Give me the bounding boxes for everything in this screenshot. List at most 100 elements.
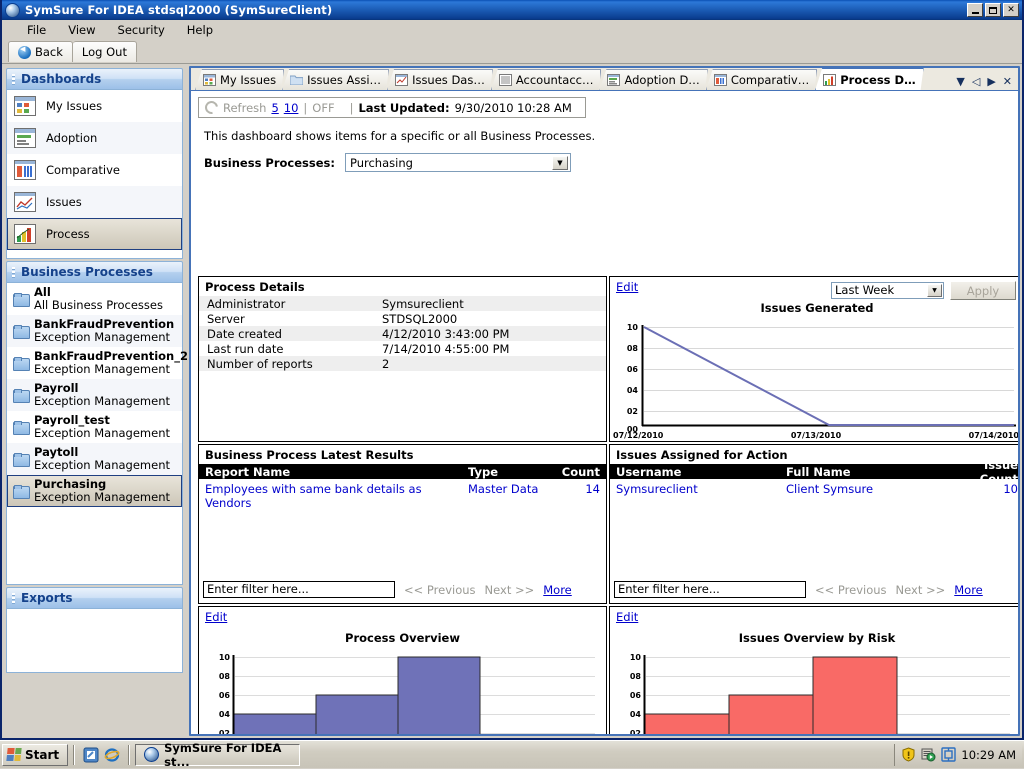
business-process-select[interactable]: Purchasing ▼ <box>345 153 571 172</box>
svg-text:10: 10 <box>219 653 231 662</box>
refresh-divider: | <box>303 101 307 115</box>
navigation-bar: Back Log Out <box>2 40 1022 64</box>
sidebar-item-issues[interactable]: Issues <box>7 186 182 218</box>
adoption-icon <box>14 128 36 148</box>
svg-text:06: 06 <box>630 691 642 700</box>
next-button[interactable]: Next >> <box>896 583 946 597</box>
tab-my-issues[interactable]: My Issues <box>195 69 284 90</box>
tab-adoption-dashboard[interactable]: Adoption D… <box>599 69 707 90</box>
dashboards-header-label: Dashboards <box>21 72 101 86</box>
latest-results-filter-input[interactable]: Enter filter here... <box>203 581 395 598</box>
chevron-down-icon[interactable]: ▼ <box>552 156 568 170</box>
table-row[interactable]: Symsureclient Client Symsure 10 <box>610 479 1018 496</box>
menu-security[interactable]: Security <box>107 21 176 39</box>
warning-shield-icon[interactable] <box>901 747 916 762</box>
apply-button[interactable]: Apply <box>950 281 1016 300</box>
sidebar-item-my-issues[interactable]: My Issues <box>7 90 182 122</box>
maximize-button[interactable] <box>985 3 1001 17</box>
quick-launch <box>80 747 123 763</box>
bp-item-sub: Exception Management <box>34 491 170 504</box>
timeframe-select[interactable]: Last Week ▼ <box>831 282 944 299</box>
column-username: Username <box>616 465 786 479</box>
tab-next-icon[interactable]: ▶ <box>987 75 995 88</box>
previous-button[interactable]: << Previous <box>404 583 476 597</box>
detail-key: Last run date <box>207 342 382 356</box>
tab-strip: My Issues Issues Assi… Issues Das… <box>191 68 1018 91</box>
cell-full-name[interactable]: Client Symsure <box>786 482 944 496</box>
minimize-button[interactable] <box>967 3 983 17</box>
last-updated-value: 9/30/2010 10:28 AM <box>455 101 572 115</box>
tab-prev-icon[interactable]: ◁ <box>972 75 980 88</box>
cell-report-name[interactable]: Employees with same bank details as Vend… <box>205 482 468 510</box>
bp-item-bankfraudprevention[interactable]: BankFraudPrevention Exception Management <box>7 315 182 347</box>
back-button[interactable]: Back <box>8 41 73 62</box>
symsure-orb-icon <box>144 747 159 762</box>
taskbar-item-symsure[interactable]: SymSure For IDEA st... <box>135 744 300 766</box>
tab-process-dashboard[interactable]: Process D… <box>815 68 923 90</box>
start-button[interactable]: Start <box>2 744 68 766</box>
grip-icon <box>12 593 15 604</box>
task-scheduler-icon[interactable] <box>921 747 936 762</box>
folder-icon <box>13 325 28 337</box>
toolbar-separator: | <box>350 101 354 115</box>
cell-username[interactable]: Symsureclient <box>616 482 786 496</box>
sidebar-item-comparative[interactable]: Comparative <box>7 154 182 186</box>
more-link[interactable]: More <box>954 583 983 597</box>
tab-issues-dashboard[interactable]: Issues Das… <box>387 69 493 90</box>
detail-value: Symsureclient <box>382 297 464 311</box>
business-processes-panel-header[interactable]: Business Processes <box>6 261 183 283</box>
show-desktop-icon[interactable] <box>83 747 99 763</box>
bp-item-all[interactable]: All All Business Processes <box>7 283 182 315</box>
title-bar: SymSure For IDEA stdsql2000 (SymSureClie… <box>2 0 1022 20</box>
next-button[interactable]: Next >> <box>485 583 535 597</box>
menu-view[interactable]: View <box>57 21 106 39</box>
more-link[interactable]: More <box>543 583 572 597</box>
tab-accountacc[interactable]: Accountacc… <box>491 69 602 90</box>
close-button[interactable]: ✕ <box>1003 3 1019 17</box>
process-overview-panel: Edit Process Overview 100806 040200 <box>198 606 607 734</box>
issues-overview-risk-panel: Edit Issues Overview by Risk 100806 0402… <box>609 606 1018 734</box>
start-button-label: Start <box>25 748 59 762</box>
issues-icon <box>14 192 36 212</box>
internet-explorer-icon[interactable] <box>104 747 120 763</box>
issues-assigned-filter-input[interactable]: Enter filter here... <box>614 581 806 598</box>
previous-button[interactable]: << Previous <box>815 583 887 597</box>
bp-item-payroll[interactable]: Payroll Exception Management <box>7 379 182 411</box>
issues-overview-risk-edit-link[interactable]: Edit <box>610 607 1018 624</box>
tab-comparative[interactable]: Comparativ… <box>706 69 817 90</box>
menu-file[interactable]: File <box>16 21 57 39</box>
issues-generated-chart: 100806 040200 <box>610 315 1018 433</box>
tab-close-icon[interactable]: ✕ <box>1003 75 1012 88</box>
refresh-toolbar: Refresh 5 10 | OFF | Last Updated: 9/30/… <box>198 97 586 118</box>
detail-row-date-created: Date created 4/12/2010 3:43:00 PM <box>199 326 606 341</box>
tab-list-icon[interactable]: ▼ <box>956 75 964 88</box>
exports-header-label: Exports <box>21 591 73 605</box>
chevron-down-icon[interactable]: ▼ <box>927 284 942 297</box>
logout-button-label: Log Out <box>82 45 127 59</box>
dashboards-panel-header[interactable]: Dashboards <box>6 68 183 90</box>
bp-item-purchasing[interactable]: Purchasing Exception Management <box>7 475 182 507</box>
exports-panel-header[interactable]: Exports <box>6 587 183 609</box>
network-icon[interactable] <box>941 747 956 762</box>
refresh-interval-10[interactable]: 10 <box>284 101 299 115</box>
logout-button[interactable]: Log Out <box>73 41 137 62</box>
column-report-name: Report Name <box>205 465 468 479</box>
table-row[interactable]: Employees with same bank details as Vend… <box>199 479 606 510</box>
refresh-icon[interactable] <box>202 98 220 116</box>
svg-text:02: 02 <box>219 729 230 734</box>
tab-label: Issues Das… <box>412 73 485 87</box>
bp-item-payroll-test[interactable]: Payroll_test Exception Management <box>7 411 182 443</box>
sidebar-item-process[interactable]: Process <box>7 218 182 250</box>
bp-item-bankfraudprevention-2[interactable]: BankFraudPrevention_2 Exception Manageme… <box>7 347 182 379</box>
refresh-interval-5[interactable]: 5 <box>271 101 278 115</box>
sidebar-item-adoption[interactable]: Adoption <box>7 122 182 154</box>
menu-help[interactable]: Help <box>176 21 224 39</box>
folder-icon <box>13 453 28 465</box>
symsure-orb-icon <box>5 3 20 18</box>
timeframe-controls: Last Week ▼ Apply <box>831 281 1016 300</box>
sidebar-item-label: Adoption <box>46 131 97 145</box>
tab-issues-assigned[interactable]: Issues Assi… <box>282 69 389 90</box>
clock[interactable]: 10:29 AM <box>961 748 1016 762</box>
process-overview-edit-link[interactable]: Edit <box>199 607 606 624</box>
bp-item-paytoll[interactable]: Paytoll Exception Management <box>7 443 182 475</box>
